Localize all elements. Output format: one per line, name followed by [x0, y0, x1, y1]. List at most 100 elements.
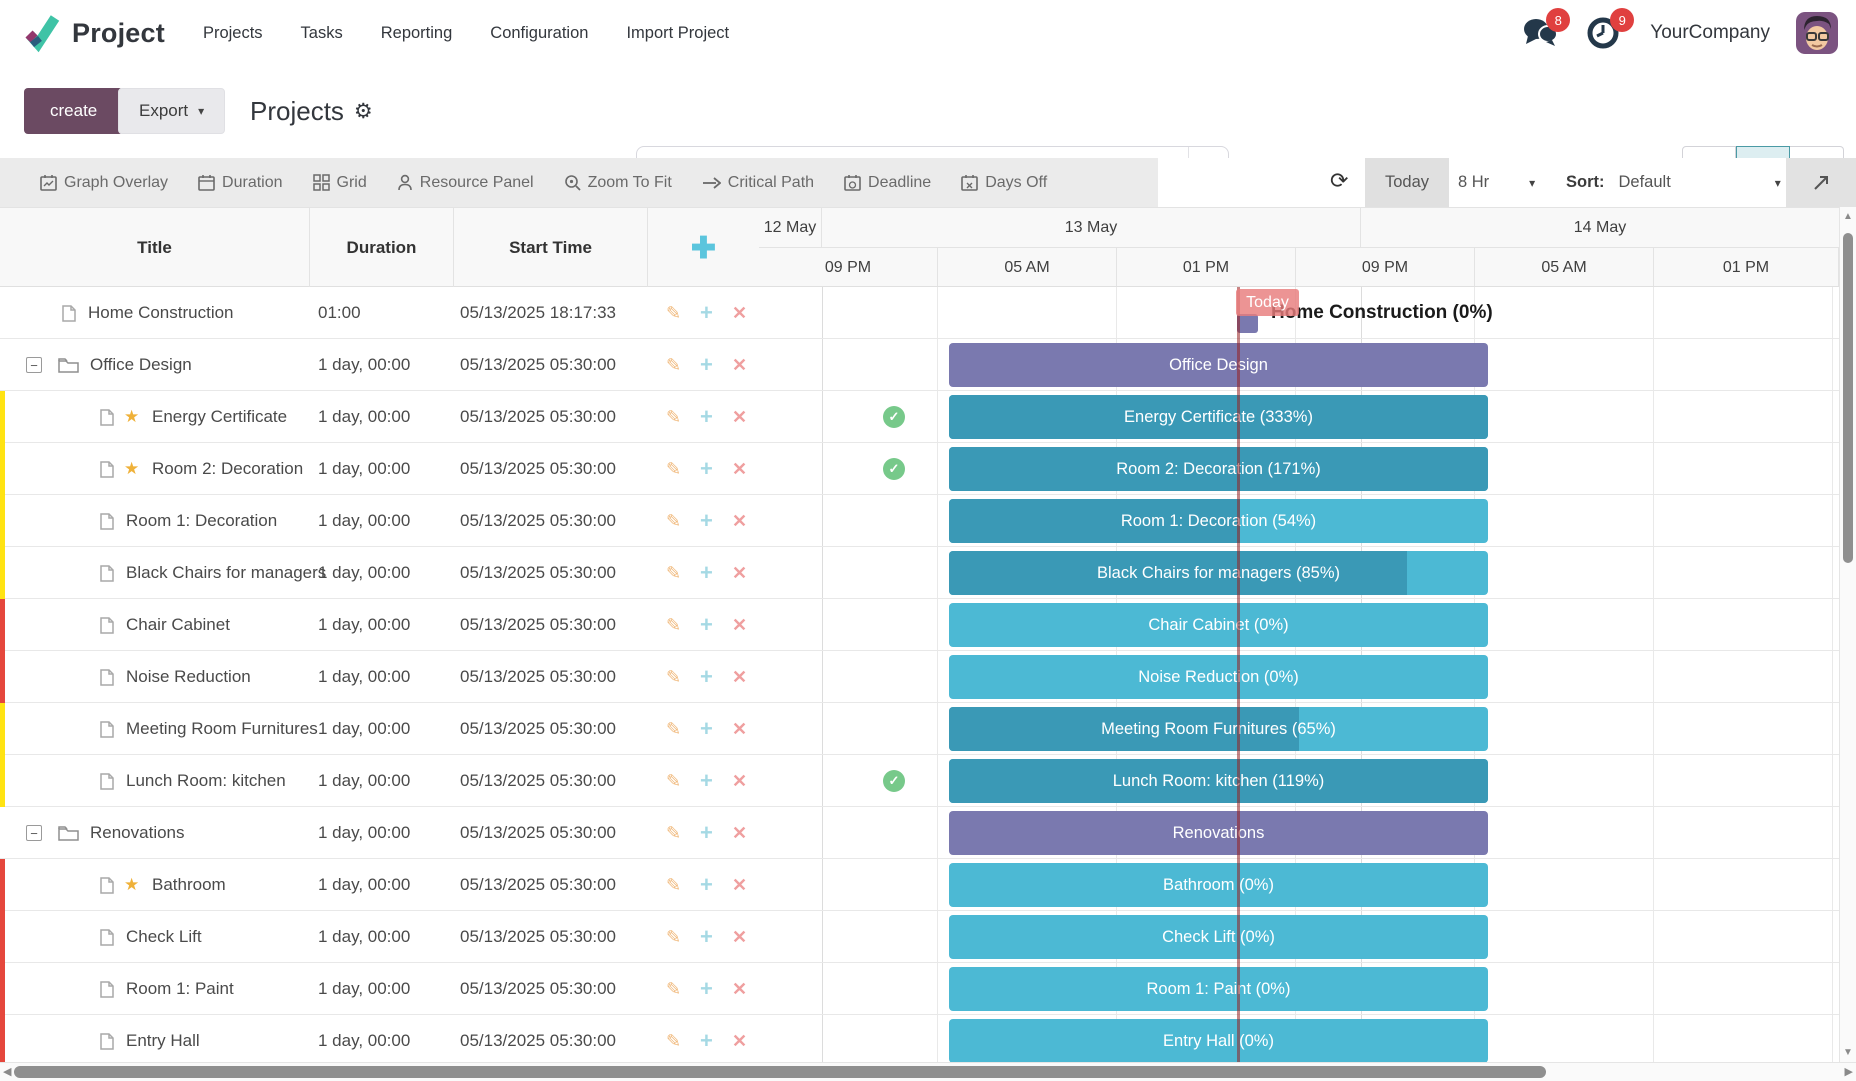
task-row[interactable]: Home Construction01:0005/13/2025 18:17:3…	[0, 287, 759, 339]
refresh-icon[interactable]: ⟳	[1330, 168, 1348, 194]
delete-icon[interactable]: ✕	[732, 443, 747, 495]
menu-projects[interactable]: Projects	[203, 24, 263, 43]
fullscreen-button[interactable]	[1786, 158, 1856, 207]
sort-dropdown[interactable]: Default	[1619, 173, 1671, 192]
vertical-scroll-thumb[interactable]	[1843, 233, 1853, 563]
messages-button[interactable]: 8	[1522, 16, 1560, 50]
add-icon[interactable]: +	[700, 287, 713, 339]
add-icon[interactable]: +	[700, 547, 713, 599]
gantt-bar[interactable]: Check Lift (0%)	[949, 915, 1488, 959]
gantt-bar[interactable]: Room 1: Decoration (54%)	[949, 499, 1488, 543]
gantt-bar[interactable]: Noise Reduction (0%)	[949, 655, 1488, 699]
gantt-bar[interactable]: Room 2: Decoration (171%)	[949, 447, 1488, 491]
task-row[interactable]: ★Bathroom1 day, 00:0005/13/2025 05:30:00…	[0, 859, 759, 911]
scale-dropdown[interactable]: 8 Hr ▾	[1458, 158, 1535, 207]
delete-icon[interactable]: ✕	[732, 963, 747, 1015]
export-button[interactable]: Export ▾	[118, 88, 225, 134]
task-row[interactable]: Entry Hall1 day, 00:0005/13/2025 05:30:0…	[0, 1015, 759, 1062]
add-icon[interactable]: +	[700, 443, 713, 495]
edit-icon[interactable]: ✎	[666, 599, 681, 651]
add-icon[interactable]: +	[700, 339, 713, 391]
gantt-bar[interactable]: Meeting Room Furnitures (65%)	[949, 707, 1488, 751]
task-row[interactable]: −Renovations1 day, 00:0005/13/2025 05:30…	[0, 807, 759, 859]
add-icon[interactable]: +	[700, 391, 713, 443]
star-icon[interactable]: ★	[124, 859, 139, 911]
gantt-group-bar[interactable]: Renovations	[949, 811, 1488, 855]
delete-icon[interactable]: ✕	[732, 651, 747, 703]
horizontal-scroll-thumb[interactable]	[14, 1066, 1546, 1078]
edit-icon[interactable]: ✎	[666, 859, 681, 911]
star-icon[interactable]: ★	[124, 443, 139, 495]
add-icon[interactable]: +	[700, 807, 713, 859]
delete-icon[interactable]: ✕	[732, 287, 747, 339]
deadline-button[interactable]: Deadline	[844, 174, 931, 192]
task-row[interactable]: Chair Cabinet1 day, 00:0005/13/2025 05:3…	[0, 599, 759, 651]
activities-button[interactable]: 9	[1586, 16, 1624, 50]
gantt-bar[interactable]: Black Chairs for managers (85%)	[949, 551, 1488, 595]
edit-icon[interactable]: ✎	[666, 391, 681, 443]
task-row[interactable]: ★Room 2: Decoration1 day, 00:0005/13/202…	[0, 443, 759, 495]
zoom-to-fit-button[interactable]: Zoom To Fit	[564, 174, 672, 192]
edit-icon[interactable]: ✎	[666, 963, 681, 1015]
column-header-title[interactable]: Title	[0, 208, 310, 288]
grid-button[interactable]: Grid	[313, 174, 367, 192]
user-avatar[interactable]	[1796, 12, 1838, 54]
scroll-up-icon[interactable]: ▲	[1843, 211, 1853, 222]
edit-icon[interactable]: ✎	[666, 339, 681, 391]
gantt-bar[interactable]: Entry Hall (0%)	[949, 1019, 1488, 1062]
today-button[interactable]: Today	[1365, 158, 1449, 207]
company-name[interactable]: YourCompany	[1650, 22, 1770, 44]
delete-icon[interactable]: ✕	[732, 1015, 747, 1062]
collapse-toggle[interactable]: −	[26, 357, 42, 373]
graph-overlay-button[interactable]: Graph Overlay	[40, 174, 168, 192]
edit-icon[interactable]: ✎	[666, 547, 681, 599]
task-row[interactable]: Noise Reduction1 day, 00:0005/13/2025 05…	[0, 651, 759, 703]
edit-icon[interactable]: ✎	[666, 495, 681, 547]
menu-reporting[interactable]: Reporting	[381, 24, 453, 43]
delete-icon[interactable]: ✕	[732, 755, 747, 807]
delete-icon[interactable]: ✕	[732, 495, 747, 547]
scroll-right-icon[interactable]: ▶	[1845, 1065, 1853, 1078]
add-icon[interactable]: +	[700, 963, 713, 1015]
gantt-bar[interactable]	[1237, 314, 1258, 333]
edit-icon[interactable]: ✎	[666, 911, 681, 963]
add-icon[interactable]: +	[700, 651, 713, 703]
gantt-bar[interactable]: Chair Cabinet (0%)	[949, 603, 1488, 647]
gantt-bar[interactable]: Lunch Room: kitchen (119%)	[949, 759, 1488, 803]
app-menu[interactable]: Project	[22, 13, 165, 53]
task-row[interactable]: −Office Design1 day, 00:0005/13/2025 05:…	[0, 339, 759, 391]
add-icon[interactable]: +	[700, 755, 713, 807]
gantt-group-bar[interactable]: Office Design	[949, 343, 1488, 387]
delete-icon[interactable]: ✕	[732, 599, 747, 651]
task-row[interactable]: Room 1: Paint1 day, 00:0005/13/2025 05:3…	[0, 963, 759, 1015]
task-row[interactable]: Check Lift1 day, 00:0005/13/2025 05:30:0…	[0, 911, 759, 963]
edit-icon[interactable]: ✎	[666, 703, 681, 755]
vertical-scrollbar[interactable]: ▲ ▼	[1839, 207, 1856, 1062]
column-header-start-time[interactable]: Start Time	[454, 208, 648, 288]
edit-icon[interactable]: ✎	[666, 755, 681, 807]
add-icon[interactable]: +	[700, 599, 713, 651]
task-row[interactable]: Lunch Room: kitchen1 day, 00:0005/13/202…	[0, 755, 759, 807]
delete-icon[interactable]: ✕	[732, 703, 747, 755]
edit-icon[interactable]: ✎	[666, 807, 681, 859]
edit-icon[interactable]: ✎	[666, 443, 681, 495]
task-row[interactable]: ★Energy Certificate1 day, 00:0005/13/202…	[0, 391, 759, 443]
delete-icon[interactable]: ✕	[732, 911, 747, 963]
gantt-bar[interactable]: Bathroom (0%)	[949, 863, 1488, 907]
delete-icon[interactable]: ✕	[732, 807, 747, 859]
column-header-duration[interactable]: Duration	[310, 208, 454, 288]
task-row[interactable]: Black Chairs for managers1 day, 00:0005/…	[0, 547, 759, 599]
collapse-toggle[interactable]: −	[26, 825, 42, 841]
horizontal-scrollbar[interactable]: ◀ ▶	[0, 1062, 1856, 1081]
gear-icon[interactable]: ⚙	[354, 99, 373, 124]
gantt-bar[interactable]: Room 1: Paint (0%)	[949, 967, 1488, 1011]
add-icon[interactable]: +	[700, 1015, 713, 1062]
add-icon[interactable]: +	[700, 859, 713, 911]
delete-icon[interactable]: ✕	[732, 547, 747, 599]
scroll-down-icon[interactable]: ▼	[1843, 1047, 1853, 1058]
add-icon[interactable]: +	[700, 911, 713, 963]
scroll-left-icon[interactable]: ◀	[3, 1065, 11, 1078]
gantt-bar[interactable]: Energy Certificate (333%)	[949, 395, 1488, 439]
star-icon[interactable]: ★	[124, 391, 139, 443]
delete-icon[interactable]: ✕	[732, 859, 747, 911]
